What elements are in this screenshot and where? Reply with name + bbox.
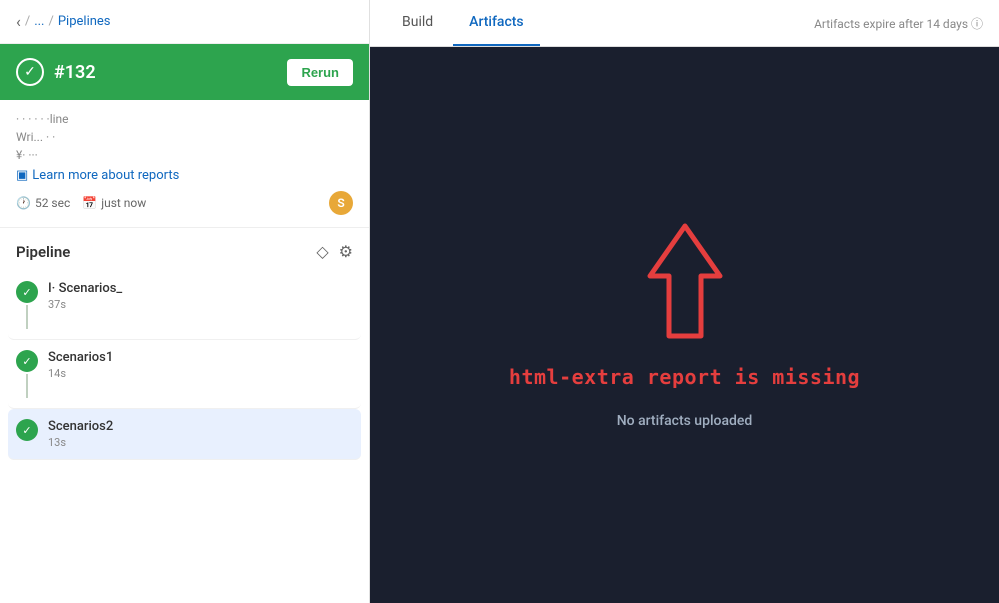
stage-item-2[interactable]: ✓ Scenarios1 14s [8, 340, 361, 409]
stage-content-3: Scenarios2 13s [48, 419, 353, 449]
pipeline-section-title: Pipeline [16, 243, 70, 261]
tab-artifacts[interactable]: Artifacts [453, 0, 539, 46]
up-arrow-icon [645, 221, 725, 341]
report-icon: ▣ [16, 168, 28, 183]
settings-icon[interactable]: ⚙ [339, 242, 353, 261]
stage-item-3[interactable]: ✓ Scenarios2 13s [8, 409, 361, 460]
back-button[interactable]: ‹ [16, 12, 21, 31]
info-row-2: Wri... · · [16, 130, 353, 144]
pipeline-header: ✓ #132 Rerun [0, 44, 369, 100]
expire-notice: Artifacts expire after 14 days ⓘ [814, 15, 983, 32]
stage-name-1: I· Scenarios_ [48, 281, 353, 296]
artifacts-content: html-extra report is missing No artifact… [370, 47, 999, 603]
stage-check-2: ✓ [16, 350, 38, 372]
learn-more-link[interactable]: ▣ Learn more about reports [16, 168, 353, 183]
time-item: 📅 just now [82, 196, 146, 210]
tab-build[interactable]: Build [386, 0, 449, 46]
calendar-icon: 📅 [82, 196, 97, 210]
tabs-left: Build Artifacts [386, 0, 544, 46]
stage-name-3: Scenarios2 [48, 419, 353, 434]
info-text-1: · · · · · ·line [16, 112, 69, 126]
time-text: just now [101, 196, 146, 210]
arrow-container [645, 221, 725, 341]
duration-item: 🕐 52 sec [16, 196, 70, 210]
rerun-button[interactable]: Rerun [287, 59, 353, 86]
status-check-icon: ✓ [16, 58, 44, 86]
learn-more-label: Learn more about reports [32, 168, 179, 183]
bookmark-icon[interactable]: ◇ [316, 242, 328, 261]
pipeline-section-header: Pipeline ◇ ⚙ [0, 228, 369, 271]
header-icons: ◇ ⚙ [316, 242, 353, 261]
info-row-1: · · · · · ·line [16, 112, 353, 126]
stage-line-2 [26, 374, 28, 398]
breadcrumb-pipelines[interactable]: Pipelines [58, 14, 111, 29]
breadcrumb-ellipsis[interactable]: ... [34, 14, 44, 29]
pipeline-header-left: ✓ #132 [16, 58, 96, 86]
stage-check-1: ✓ [16, 281, 38, 303]
breadcrumb-sep1: / [25, 14, 30, 29]
meta-row: 🕐 52 sec 📅 just now S [16, 191, 353, 215]
tabs-bar: Build Artifacts Artifacts expire after 1… [370, 0, 999, 47]
right-panel: Build Artifacts Artifacts expire after 1… [370, 0, 999, 603]
stage-content-1: I· Scenarios_ 37s [48, 281, 353, 311]
stage-time-3: 13s [48, 436, 353, 449]
stage-connector-2: ✓ [16, 350, 38, 398]
info-text-2: Wri... · · [16, 130, 55, 144]
duration-text: 52 sec [35, 196, 70, 210]
stage-time-2: 14s [48, 367, 353, 380]
info-card: · · · · · ·line Wri... · · ¥· ··· ▣ Lear… [0, 100, 369, 228]
stage-time-1: 37s [48, 298, 353, 311]
clock-icon: 🕐 [16, 196, 31, 210]
stage-connector-3: ✓ [16, 419, 38, 441]
left-panel: ‹ / ... / Pipelines ✓ #132 Rerun · · · ·… [0, 0, 370, 603]
breadcrumb-sep2: / [48, 14, 53, 29]
pipeline-section: Pipeline ◇ ⚙ ✓ I· Scenarios_ 37s [0, 228, 369, 603]
breadcrumb: ‹ / ... / Pipelines [0, 0, 369, 44]
pipeline-number: #132 [54, 62, 96, 83]
stage-line-1 [26, 305, 28, 329]
stage-item-1[interactable]: ✓ I· Scenarios_ 37s [8, 271, 361, 340]
avatar: S [329, 191, 353, 215]
no-artifacts-text: No artifacts uploaded [617, 413, 753, 429]
meta-left: 🕐 52 sec 📅 just now [16, 196, 146, 210]
stage-connector-1: ✓ [16, 281, 38, 329]
stages-list: ✓ I· Scenarios_ 37s ✓ Scenarios1 14s [0, 271, 369, 460]
info-row-3: ¥· ··· [16, 148, 353, 162]
missing-report-text: html-extra report is missing [509, 365, 860, 389]
info-text-3: ¥· ··· [16, 148, 38, 162]
stage-check-3: ✓ [16, 419, 38, 441]
stage-name-2: Scenarios1 [48, 350, 353, 365]
stage-content-2: Scenarios1 14s [48, 350, 353, 380]
